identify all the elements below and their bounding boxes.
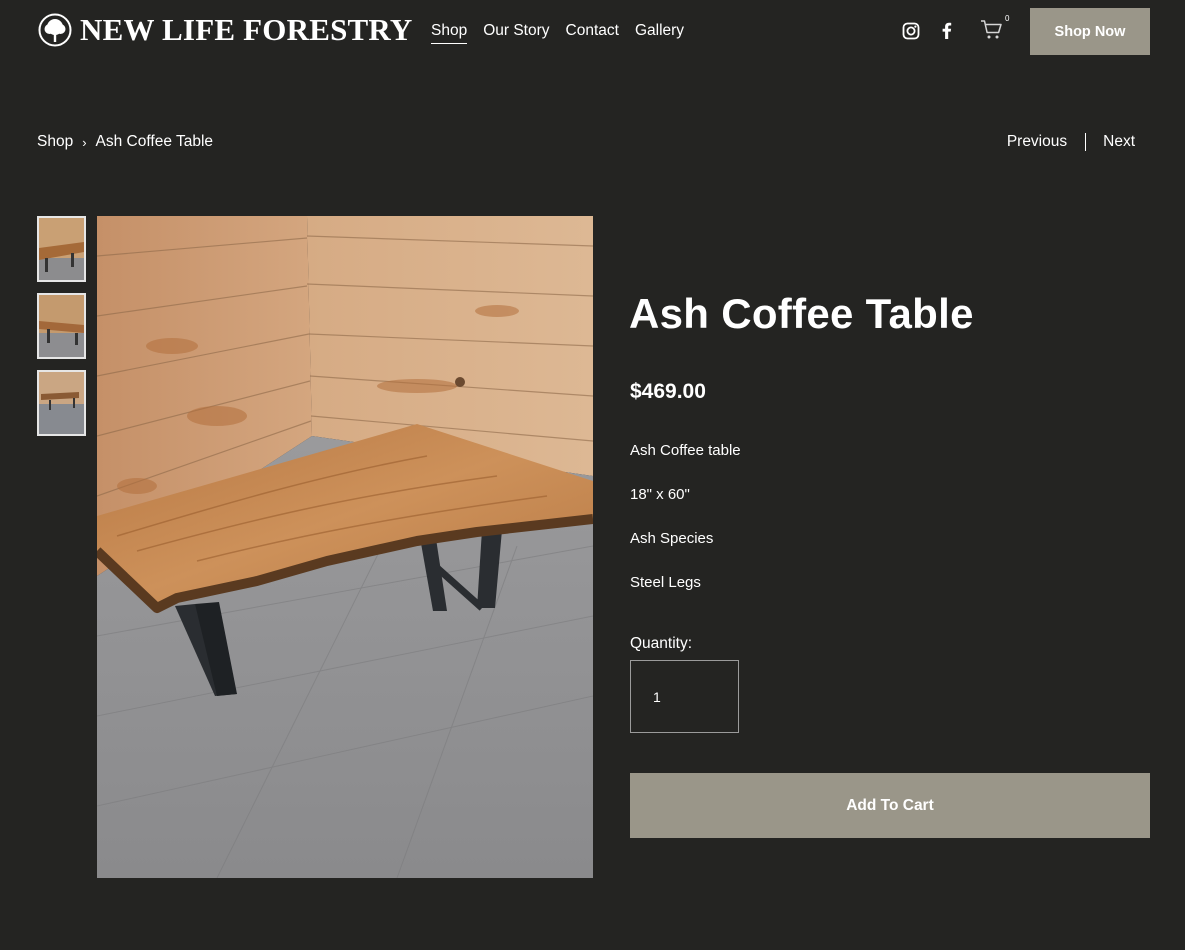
quantity-input[interactable] bbox=[630, 660, 739, 733]
facebook-icon[interactable] bbox=[937, 21, 957, 41]
nav-our-story[interactable]: Our Story bbox=[483, 21, 549, 44]
description-line: Steel Legs bbox=[630, 574, 701, 591]
next-link[interactable]: Next bbox=[1103, 133, 1135, 151]
instagram-icon[interactable] bbox=[901, 21, 921, 41]
cart-icon bbox=[981, 20, 1002, 39]
description-line: Ash Coffee table bbox=[630, 442, 741, 459]
previous-link[interactable]: Previous bbox=[1007, 133, 1067, 151]
description-line: Ash Species bbox=[630, 530, 714, 547]
tree-icon bbox=[38, 13, 72, 47]
product-description: Ash Coffee table 18" x 60" Ash Species S… bbox=[630, 441, 741, 617]
nav-shop[interactable]: Shop bbox=[431, 21, 468, 44]
description-line: 18" x 60" bbox=[630, 486, 690, 503]
nav-contact[interactable]: Contact bbox=[566, 21, 619, 44]
site-header: NEW LIFE FORESTRY Shop Our Story Contact… bbox=[0, 0, 1185, 62]
add-to-cart-button[interactable]: Add To Cart bbox=[630, 773, 1150, 838]
brand-logo[interactable]: NEW LIFE FORESTRY bbox=[38, 13, 412, 47]
product-thumbnail-2[interactable] bbox=[37, 293, 86, 359]
product-pager: Previous Next bbox=[1007, 133, 1135, 151]
product-main-image[interactable] bbox=[97, 216, 593, 878]
product-thumbnail-1[interactable] bbox=[37, 216, 86, 282]
breadcrumb-current: Ash Coffee Table bbox=[95, 133, 214, 150]
cart-count: 0 bbox=[1005, 14, 1010, 23]
thumbnail-list bbox=[37, 216, 86, 447]
product-title: Ash Coffee Table bbox=[629, 290, 974, 337]
quantity-label: Quantity: bbox=[630, 635, 693, 652]
cart-button[interactable]: 0 bbox=[980, 14, 1009, 43]
breadcrumb: Shop › Ash Coffee Table bbox=[37, 133, 213, 151]
pager-divider bbox=[1085, 133, 1087, 151]
breadcrumb-separator: › bbox=[82, 134, 87, 150]
brand-name: NEW LIFE FORESTRY bbox=[80, 12, 413, 47]
product-price: $469.00 bbox=[630, 380, 706, 403]
main-nav: Shop Our Story Contact Gallery bbox=[431, 21, 684, 44]
shop-now-button[interactable]: Shop Now bbox=[1030, 8, 1150, 55]
nav-gallery[interactable]: Gallery bbox=[635, 21, 684, 44]
product-thumbnail-3[interactable] bbox=[37, 370, 86, 436]
breadcrumb-shop[interactable]: Shop bbox=[37, 133, 73, 151]
